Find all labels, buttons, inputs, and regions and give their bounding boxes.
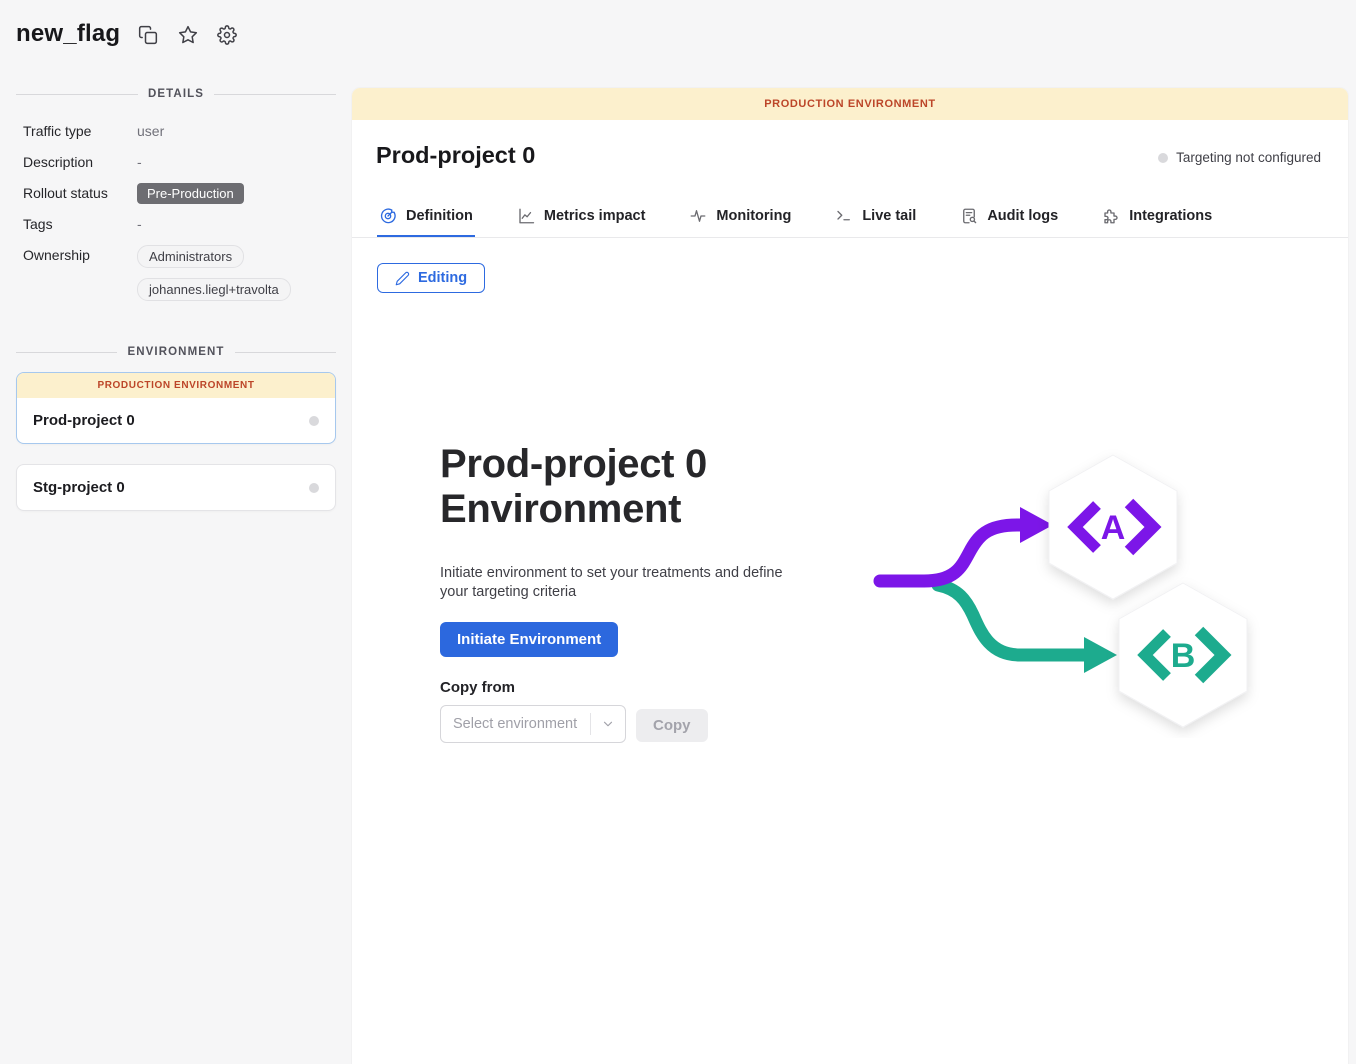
page: { "header": { "flag_name": "new_flag", "… bbox=[0, 0, 1356, 1064]
copy-icon[interactable] bbox=[138, 25, 158, 45]
tab-bar: Definition Metrics impact Monitoring Liv… bbox=[352, 196, 1348, 238]
copy-from-label: Copy from bbox=[440, 679, 515, 696]
tab-integrations[interactable]: Integrations bbox=[1100, 196, 1214, 237]
tab-label: Integrations bbox=[1129, 208, 1212, 224]
environment-card-prod[interactable]: PRODUCTION ENVIRONMENT Prod-project 0 bbox=[16, 372, 336, 444]
tab-label: Metrics impact bbox=[544, 208, 646, 224]
variant-b-path bbox=[938, 585, 1086, 655]
app-header: new_flag bbox=[0, 0, 1356, 80]
tab-monitoring[interactable]: Monitoring bbox=[687, 196, 793, 237]
sidebar: DETAILS Traffic type user Description - … bbox=[0, 80, 352, 511]
empty-state-heading-line1: Prod-project 0 bbox=[440, 442, 707, 487]
environment-card-stg[interactable]: Stg-project 0 bbox=[16, 464, 336, 511]
copy-from-select[interactable]: Select environment bbox=[440, 705, 626, 743]
gear-icon[interactable] bbox=[217, 25, 237, 45]
variant-a-hexagon: A bbox=[1049, 455, 1177, 599]
document-search-icon bbox=[960, 207, 978, 225]
editing-button[interactable]: Editing bbox=[377, 263, 485, 293]
empty-state-heading-line2: Environment bbox=[440, 487, 707, 532]
tab-label: Definition bbox=[406, 208, 473, 224]
pulse-icon bbox=[689, 207, 707, 225]
pencil-icon bbox=[395, 271, 410, 286]
tab-label: Live tail bbox=[862, 208, 916, 224]
owner-pill[interactable]: Administrators bbox=[137, 245, 244, 268]
target-icon bbox=[379, 207, 397, 225]
description-label: Description bbox=[23, 152, 137, 173]
ab-split-illustration: A B bbox=[870, 448, 1260, 738]
environment-title-row: Prod-project 0 Targeting not configured bbox=[352, 120, 1348, 196]
traffic-type-row: Traffic type user bbox=[0, 116, 352, 147]
variant-b-hexagon: B bbox=[1119, 583, 1247, 727]
editing-button-label: Editing bbox=[418, 270, 467, 286]
variant-b-arrowhead bbox=[1084, 637, 1117, 673]
chevron-down-icon bbox=[591, 717, 625, 731]
targeting-status-label: Targeting not configured bbox=[1176, 150, 1321, 165]
tags-value: - bbox=[137, 214, 142, 235]
variant-a-arrowhead bbox=[1020, 507, 1053, 543]
empty-state-heading: Prod-project 0 Environment bbox=[440, 442, 707, 532]
owner-pill[interactable]: johannes.liegl+travolta bbox=[137, 278, 291, 301]
targeting-status: Targeting not configured bbox=[1158, 150, 1321, 165]
puzzle-icon bbox=[1102, 207, 1120, 225]
tab-live-tail[interactable]: Live tail bbox=[833, 196, 918, 237]
initiate-environment-button[interactable]: Initiate Environment bbox=[440, 622, 618, 657]
main-panel: PRODUCTION ENVIRONMENT Prod-project 0 Ta… bbox=[352, 88, 1348, 1064]
tab-metrics-impact[interactable]: Metrics impact bbox=[515, 196, 648, 237]
star-icon[interactable] bbox=[178, 25, 198, 45]
copy-button[interactable]: Copy bbox=[636, 709, 708, 742]
ownership-label: Ownership bbox=[23, 245, 137, 266]
traffic-type-label: Traffic type bbox=[23, 121, 137, 142]
select-placeholder: Select environment bbox=[441, 716, 590, 732]
flag-name-title: new_flag bbox=[16, 20, 120, 48]
rollout-status-label: Rollout status bbox=[23, 183, 137, 204]
description-value: - bbox=[137, 152, 142, 173]
environment-title: Prod-project 0 bbox=[376, 142, 535, 169]
production-environment-banner: PRODUCTION ENVIRONMENT bbox=[17, 373, 335, 398]
empty-state-description: Initiate environment to set your treatme… bbox=[440, 564, 812, 602]
environment-section-heading: ENVIRONMENT bbox=[16, 346, 336, 358]
variant-a-letter: A bbox=[1101, 509, 1126, 547]
tab-label: Monitoring bbox=[716, 208, 791, 224]
details-section-heading: DETAILS bbox=[16, 88, 336, 100]
status-dot bbox=[1158, 153, 1168, 163]
terminal-icon bbox=[835, 207, 853, 225]
tab-audit-logs[interactable]: Audit logs bbox=[958, 196, 1060, 237]
tags-label: Tags bbox=[23, 214, 137, 235]
rollout-status-badge: Pre-Production bbox=[137, 183, 244, 204]
ownership-row: Ownership Administrators johannes.liegl+… bbox=[0, 240, 352, 306]
description-row: Description - bbox=[0, 147, 352, 178]
environment-card-name: Prod-project 0 bbox=[33, 412, 135, 429]
tab-label: Audit logs bbox=[987, 208, 1058, 224]
traffic-type-value: user bbox=[137, 121, 164, 142]
details-rows: Traffic type user Description - Rollout … bbox=[0, 116, 352, 306]
definition-content: Editing Prod-project 0 Environment Initi… bbox=[352, 238, 1348, 1064]
status-dot bbox=[309, 416, 319, 426]
status-dot bbox=[309, 483, 319, 493]
variant-a-path bbox=[880, 525, 1022, 581]
environment-card-name: Stg-project 0 bbox=[33, 479, 125, 496]
rollout-status-row: Rollout status Pre-Production bbox=[0, 178, 352, 209]
chart-icon bbox=[517, 207, 535, 225]
production-environment-banner: PRODUCTION ENVIRONMENT bbox=[352, 88, 1348, 120]
variant-b-letter: B bbox=[1171, 637, 1196, 675]
tab-definition[interactable]: Definition bbox=[377, 196, 475, 237]
tags-row: Tags - bbox=[0, 209, 352, 240]
